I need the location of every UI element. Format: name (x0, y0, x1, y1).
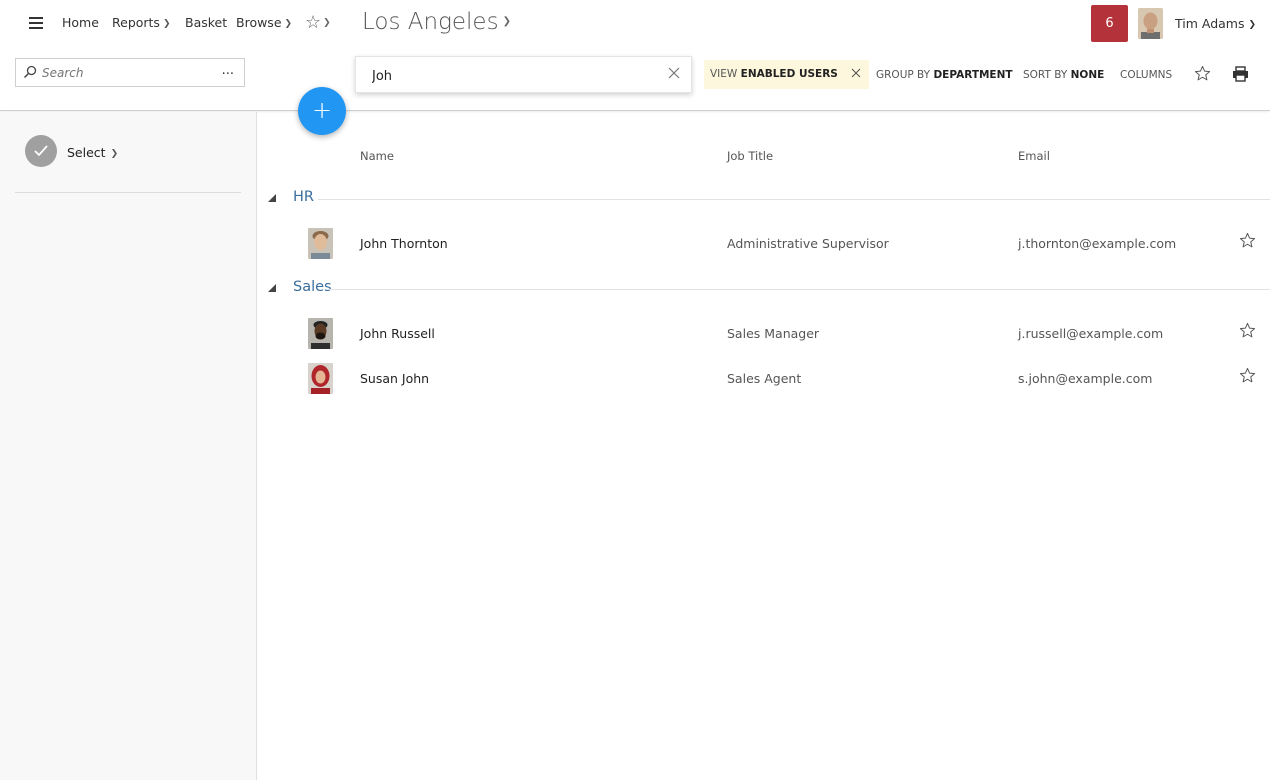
user-menu[interactable]: Tim Adams ❯ (1175, 16, 1256, 31)
row-email: s.john@example.com (1018, 371, 1153, 386)
add-icon: + (311, 96, 333, 124)
group-header-hr[interactable]: HR (268, 189, 1270, 209)
star-icon[interactable] (1239, 322, 1256, 339)
nav-browse-label: Browse (236, 15, 282, 30)
row-name: John Russell (360, 326, 435, 341)
filter-input[interactable] (372, 66, 652, 86)
row-email: j.thornton@example.com (1018, 236, 1177, 251)
chevron-down-icon: ❯ (1248, 20, 1257, 30)
nav-home-label: Home (62, 15, 99, 30)
row-job-title: Sales Agent (727, 371, 802, 386)
chevron-down-icon: ❯ (323, 18, 331, 28)
search-options-button[interactable]: ... (222, 63, 234, 78)
row-job-title: Administrative Supervisor (727, 236, 889, 251)
group-by-button[interactable]: GROUP BY DEPARTMENT (876, 69, 1013, 81)
sort-by-button[interactable]: SORT BY NONE (1023, 69, 1104, 81)
nav-reports-label: Reports (112, 15, 160, 30)
column-header-job-title[interactable]: Job Title (727, 149, 773, 163)
user-avatar-image (1138, 8, 1163, 39)
avatar (308, 363, 333, 394)
close-icon[interactable] (668, 67, 680, 79)
sidebar-search: ... (15, 58, 245, 87)
select-all-toggle[interactable] (25, 135, 57, 167)
nav-browse[interactable]: Browse ❯ (236, 15, 292, 30)
sidebar: Select ❯ (0, 112, 257, 780)
close-icon[interactable] (851, 68, 861, 78)
view-filter-chip[interactable]: VIEW ENABLED USERS (704, 60, 870, 89)
select-menu[interactable]: Select ❯ (67, 145, 118, 160)
chevron-down-icon: ❯ (162, 19, 171, 29)
row-name: John Thornton (360, 236, 448, 251)
avatar (308, 228, 333, 259)
avatar-image (308, 363, 333, 394)
print-icon[interactable] (1232, 66, 1249, 82)
avatar (308, 318, 333, 349)
notification-badge[interactable]: 6 (1091, 5, 1128, 42)
nav-home[interactable]: Home (62, 15, 99, 30)
chevron-down-icon: ❯ (502, 16, 511, 27)
user-name: Tim Adams (1175, 16, 1245, 31)
column-header-email[interactable]: Email (1018, 149, 1050, 163)
avatar-image (308, 318, 333, 349)
star-icon[interactable] (1239, 367, 1256, 384)
collapse-triangle-icon (268, 194, 276, 202)
divider (328, 289, 1270, 290)
columns-button[interactable]: COLUMNS (1120, 69, 1172, 81)
table-row[interactable]: Susan John Sales Agent s.john@example.co… (258, 357, 1270, 401)
column-header-name[interactable]: Name (360, 149, 394, 163)
nav-basket-label: Basket (185, 15, 228, 30)
search-icon (23, 65, 37, 79)
group-by-prefix: GROUP BY (876, 69, 931, 81)
add-button[interactable]: + (298, 87, 346, 135)
location-selector[interactable]: Los Angeles ❯ (362, 9, 511, 35)
check-icon (34, 145, 48, 157)
collapse-triangle-icon (268, 284, 276, 292)
avatar[interactable] (1138, 8, 1163, 39)
view-prefix: VIEW (710, 68, 738, 80)
group-header-sales[interactable]: Sales (268, 279, 1270, 299)
search-input[interactable] (42, 64, 212, 82)
favorites-menu[interactable]: ☆ ❯ (305, 12, 331, 33)
star-icon: ☆ (305, 12, 322, 33)
row-job-title: Sales Manager (727, 326, 820, 341)
group-name: HR (293, 189, 314, 205)
chevron-down-icon: ❯ (110, 149, 119, 159)
top-nav: Home Reports ❯ Basket Browse ❯ ☆ ❯ Los Ange… (0, 0, 1270, 48)
avatar-image (308, 228, 333, 259)
row-email: j.russell@example.com (1018, 326, 1164, 341)
table-row[interactable]: John Thornton Administrative Supervisor … (258, 222, 1270, 266)
nav-basket[interactable]: Basket (185, 15, 227, 30)
location-title: Los Angeles (362, 9, 499, 35)
star-icon[interactable] (1239, 232, 1256, 249)
divider (15, 192, 241, 193)
row-name: Susan John (360, 371, 430, 386)
group-name: Sales (293, 279, 332, 295)
notification-count: 6 (1105, 16, 1114, 31)
columns-label: COLUMNS (1120, 69, 1173, 81)
menu-icon[interactable] (29, 17, 43, 29)
table-row[interactable]: John Russell Sales Manager j.russell@exa… (258, 312, 1270, 356)
nav-reports[interactable]: Reports ❯ (112, 15, 171, 30)
view-value: ENABLED USERS (740, 68, 838, 80)
sort-by-prefix: SORT BY (1023, 69, 1068, 81)
filter-box (355, 56, 692, 93)
select-label: Select (67, 145, 106, 160)
star-icon[interactable] (1194, 65, 1211, 82)
group-by-value: DEPARTMENT (933, 69, 1013, 81)
chevron-down-icon: ❯ (284, 19, 293, 29)
sort-by-value: NONE (1070, 69, 1105, 81)
divider (318, 199, 1270, 200)
